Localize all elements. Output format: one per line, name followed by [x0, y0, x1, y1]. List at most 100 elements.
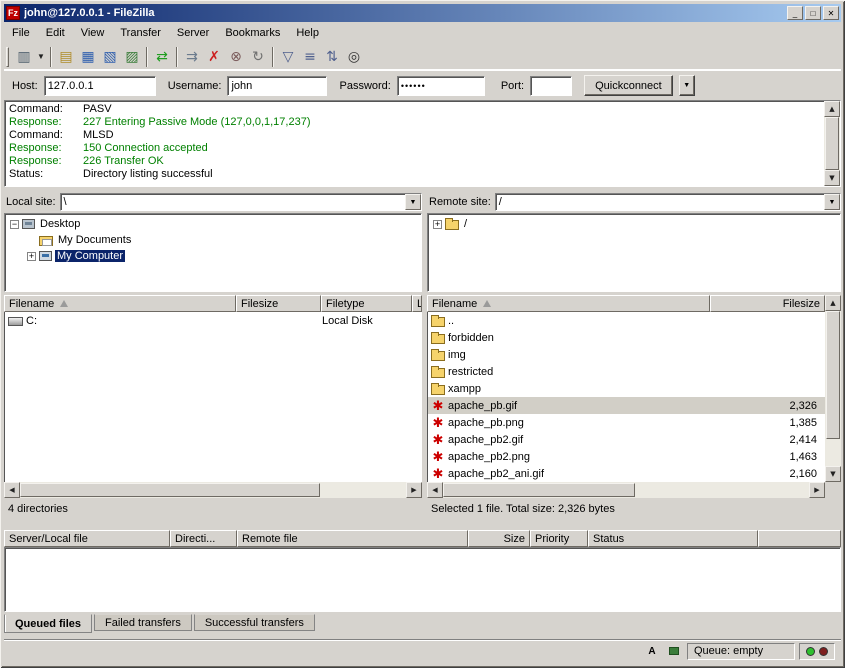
quickconnect-button[interactable]: Quickconnect: [584, 75, 673, 96]
menu-view[interactable]: View: [73, 25, 113, 41]
scroll-down-icon[interactable]: ▼: [825, 466, 841, 482]
scroll-right-icon[interactable]: ▶: [809, 482, 825, 498]
tree-item-label: /: [462, 218, 469, 230]
comparison-icon[interactable]: ≡: [299, 46, 321, 68]
file-row[interactable]: ✱apache_pb2.gif2,414: [428, 431, 825, 448]
combo-dropdown-icon[interactable]: ▼: [405, 194, 421, 210]
scroll-thumb[interactable]: [826, 311, 840, 439]
titlebar[interactable]: Fz john@127.0.0.1 - FileZilla _ □ ✕: [4, 4, 841, 22]
cancel-icon[interactable]: ✗: [203, 46, 225, 68]
menu-file[interactable]: File: [4, 25, 38, 41]
window-controls: _ □ ✕: [787, 6, 839, 20]
find-icon[interactable]: ◎: [343, 46, 365, 68]
local-file-list[interactable]: C: Local Disk: [4, 312, 422, 482]
file-name: apache_pb2_ani.gif: [448, 468, 544, 480]
log-scrollbar[interactable]: ▲ ▼: [824, 101, 840, 186]
scroll-thumb[interactable]: [20, 483, 320, 497]
host-input[interactable]: [44, 76, 156, 96]
column-header-remote-file[interactable]: Remote file: [237, 530, 468, 547]
local-treeview-icon[interactable]: ▦: [77, 46, 99, 68]
column-header-filesize[interactable]: Filesize: [236, 295, 321, 312]
refresh-icon[interactable]: ⇄: [151, 46, 173, 68]
collapse-icon[interactable]: −: [10, 220, 19, 229]
password-input[interactable]: [397, 76, 485, 96]
port-input[interactable]: [530, 76, 572, 96]
transfer-type-icon[interactable]: A: [643, 643, 661, 659]
file-row[interactable]: ..: [428, 312, 825, 329]
scroll-up-icon[interactable]: ▲: [825, 295, 841, 311]
scroll-down-icon[interactable]: ▼: [824, 170, 840, 186]
tab-successful-transfers[interactable]: Successful transfers: [194, 614, 315, 631]
column-header-filename[interactable]: Filename: [4, 295, 236, 312]
file-row[interactable]: xampp: [428, 380, 825, 397]
menu-bookmarks[interactable]: Bookmarks: [217, 25, 288, 41]
local-list-hscrollbar[interactable]: ◀ ▶: [4, 482, 422, 498]
expand-icon[interactable]: +: [27, 252, 36, 261]
tab-queued-files[interactable]: Queued files: [4, 614, 92, 633]
scroll-up-icon[interactable]: ▲: [824, 101, 840, 117]
scroll-left-icon[interactable]: ◀: [4, 482, 20, 498]
column-header-priority[interactable]: Priority: [530, 530, 588, 547]
menu-edit[interactable]: Edit: [38, 25, 73, 41]
tab-failed-transfers[interactable]: Failed transfers: [94, 614, 192, 631]
minimize-button[interactable]: _: [787, 6, 803, 20]
menu-help[interactable]: Help: [288, 25, 327, 41]
file-row[interactable]: img: [428, 346, 825, 363]
speed-limit-icon[interactable]: [665, 643, 683, 659]
queue-size-text: Queue: empty: [694, 645, 763, 657]
scroll-right-icon[interactable]: ▶: [406, 482, 422, 498]
column-header-size[interactable]: Size: [468, 530, 530, 547]
quickconnect-dropdown-icon[interactable]: ▼: [679, 75, 695, 96]
scroll-thumb[interactable]: [443, 483, 635, 497]
tree-item-my-documents[interactable]: My Documents: [7, 232, 421, 248]
image-file-icon: ✱: [431, 400, 445, 412]
file-row-selected[interactable]: ✱apache_pb.gif2,326: [428, 397, 825, 414]
tree-item-label-selected: My Computer: [55, 250, 125, 262]
file-row[interactable]: ✱apache_pb.png1,385: [428, 414, 825, 431]
tree-item-my-computer[interactable]: + My Computer: [7, 248, 421, 264]
disconnect-icon[interactable]: ⊗: [225, 46, 247, 68]
remote-list-hscrollbar[interactable]: ◀ ▶: [427, 482, 825, 498]
site-manager-icon[interactable]: ▥: [13, 46, 35, 68]
message-log-icon[interactable]: ▤: [55, 46, 77, 68]
expand-icon[interactable]: +: [433, 220, 442, 229]
remote-site-combo[interactable]: / ▼: [495, 193, 841, 211]
remote-list-scrollbar[interactable]: ▲ ▼: [825, 295, 841, 482]
scroll-left-icon[interactable]: ◀: [427, 482, 443, 498]
menu-server[interactable]: Server: [169, 25, 217, 41]
folder-icon: [445, 220, 459, 230]
file-row[interactable]: ✱apache_pb2.png1,463: [428, 448, 825, 465]
transfer-queue-list[interactable]: [4, 547, 841, 612]
column-header-server-local-file[interactable]: Server/Local file: [4, 530, 170, 547]
maximize-button[interactable]: □: [805, 6, 821, 20]
column-header-filesize[interactable]: Filesize: [710, 295, 825, 312]
close-button[interactable]: ✕: [823, 6, 839, 20]
reconnect-icon[interactable]: ↻: [247, 46, 269, 68]
sync-browsing-icon[interactable]: ⇅: [321, 46, 343, 68]
remote-file-list[interactable]: .. forbidden img restricted xampp ✱apach…: [427, 312, 825, 482]
remote-treeview-icon[interactable]: ▧: [99, 46, 121, 68]
file-row[interactable]: restricted: [428, 363, 825, 380]
transfer-queue-icon[interactable]: ▨: [121, 46, 143, 68]
file-row[interactable]: ✱apache_pb2_ani.gif2,160: [428, 465, 825, 482]
tree-item-desktop[interactable]: − Desktop: [7, 216, 421, 232]
local-site-combo[interactable]: \ ▼: [60, 193, 422, 211]
process-queue-icon[interactable]: ⇉: [181, 46, 203, 68]
file-row-local-drive[interactable]: C: Local Disk: [5, 312, 422, 329]
tree-item-root[interactable]: + /: [430, 216, 840, 232]
site-manager-dropdown-icon[interactable]: ▼: [35, 46, 47, 68]
toolbar-grip[interactable]: [6, 47, 9, 67]
username-input[interactable]: [227, 76, 327, 96]
file-row[interactable]: forbidden: [428, 329, 825, 346]
scroll-thumb[interactable]: [825, 117, 839, 170]
column-header-status[interactable]: Status: [588, 530, 758, 547]
message-log-lines[interactable]: Command:PASV Response:227 Entering Passi…: [5, 101, 824, 186]
menu-transfer[interactable]: Transfer: [112, 25, 169, 41]
filter-icon[interactable]: ▽: [277, 46, 299, 68]
column-header-lastmodified[interactable]: L: [412, 295, 422, 312]
combo-dropdown-icon[interactable]: ▼: [824, 194, 840, 210]
column-header-filetype[interactable]: Filetype: [321, 295, 412, 312]
column-header-direction[interactable]: Directi...: [170, 530, 237, 547]
file-name: img: [448, 349, 466, 361]
column-header-filename[interactable]: Filename: [427, 295, 710, 312]
